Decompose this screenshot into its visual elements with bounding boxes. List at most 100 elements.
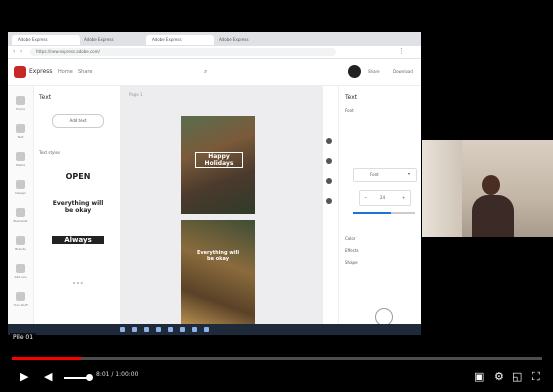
text-style-sample[interactable]: ... — [52, 276, 104, 287]
taskbar-icon[interactable] — [204, 327, 209, 332]
design-icon[interactable] — [16, 180, 25, 189]
settings-icon[interactable]: ⚙ — [494, 370, 504, 384]
player-controls: ▶ ◀ 8:01 / 1:00:00 ▣ ⚙ ◱ ⛶ — [0, 364, 553, 392]
font-dropdown[interactable]: Font ▾ — [353, 168, 417, 182]
font-name: Font — [370, 172, 379, 177]
your-stuff-icon[interactable] — [16, 292, 25, 301]
taskbar-icon[interactable] — [120, 327, 125, 332]
text-style-sample[interactable]: Always — [52, 236, 104, 244]
font-size-value: 24 — [380, 195, 386, 200]
presenter-body — [472, 195, 514, 237]
rail-label: Design — [15, 191, 26, 195]
left-rail: Home Text Media Design Elements Brands A… — [8, 86, 34, 335]
minus-icon[interactable]: − — [364, 195, 367, 200]
property-row[interactable]: Color — [345, 236, 355, 241]
screen-recording: Adobe Express Adobe Express Adobe Expres… — [8, 32, 421, 335]
rail-label: Home — [16, 107, 25, 111]
opacity-slider[interactable] — [353, 212, 415, 214]
design-page-1[interactable]: Happy Holidays — [181, 116, 255, 214]
chevron-down-icon: ▾ — [408, 171, 411, 176]
tool-icon[interactable] — [326, 178, 332, 184]
property-row[interactable]: Effects — [345, 248, 359, 253]
volume-slider[interactable] — [64, 377, 88, 379]
progress-bar[interactable] — [12, 357, 542, 360]
progress-fill — [12, 357, 81, 360]
volume-icon[interactable]: ◀ — [44, 370, 52, 384]
tab-label: Adobe Express — [84, 37, 114, 42]
design-canvas[interactable]: Page 1 Happy Holidays Everything will be… — [121, 86, 332, 335]
tab-label: Adobe Express — [152, 37, 182, 42]
taskbar-icon[interactable] — [144, 327, 149, 332]
text-style-sample[interactable]: OPEN — [52, 172, 104, 181]
menu-share[interactable]: Share — [78, 69, 92, 75]
url-field[interactable]: https://new.express.adobe.com/ — [30, 48, 336, 56]
back-icon[interactable]: ‹ — [13, 48, 15, 55]
design-page-2[interactable]: Everything will be okay — [181, 220, 255, 330]
browser-tab-strip: Adobe Express Adobe Express Adobe Expres… — [8, 32, 421, 46]
tool-icon[interactable] — [326, 138, 332, 144]
browser-tab[interactable]: Adobe Express — [78, 35, 146, 45]
tab-label: Adobe Express — [18, 37, 48, 42]
font-size-stepper[interactable]: − 24 + — [359, 190, 411, 206]
page-label: Page 1 — [129, 92, 143, 97]
app-name: Express — [29, 68, 53, 75]
tool-icon[interactable] — [326, 198, 332, 204]
slider-fill — [353, 212, 392, 214]
fullscreen-icon[interactable]: ⛶ — [532, 370, 540, 384]
design-title[interactable]: Everything will be okay — [195, 250, 241, 262]
panel-title: Text — [39, 94, 52, 101]
text-panel: Text Add text Text styles OPEN Everythin… — [34, 86, 121, 335]
canvas-toolbar — [325, 136, 335, 226]
home-icon[interactable] — [16, 96, 25, 105]
video-player[interactable]: Adobe Express Adobe Express Adobe Expres… — [0, 0, 553, 392]
adobe-logo-icon[interactable] — [14, 66, 26, 78]
taskbar-icon[interactable] — [156, 327, 161, 332]
elements-icon[interactable] — [16, 208, 25, 217]
play-icon[interactable]: ▶ — [20, 370, 28, 384]
webcam-feed — [422, 140, 553, 237]
properties-panel: Text Font Font ▾ − 24 + Color Effects Sh… — [338, 86, 421, 335]
text-icon[interactable] — [16, 124, 25, 133]
volume-knob[interactable] — [86, 374, 93, 381]
rail-label: Your stuff — [13, 303, 28, 307]
background-shelf — [422, 140, 462, 237]
browser-tab[interactable]: Adobe Express — [146, 35, 214, 45]
plus-icon[interactable]: + — [402, 195, 405, 200]
share-button[interactable]: Share — [368, 69, 380, 74]
miniplayer-icon[interactable]: ◱ — [512, 370, 522, 384]
forward-icon[interactable]: › — [20, 48, 22, 55]
tool-icon[interactable] — [326, 158, 332, 164]
zoom-icon[interactable]: ⌕ — [204, 68, 207, 76]
avatar[interactable] — [348, 65, 361, 78]
taskbar-icon[interactable] — [132, 327, 137, 332]
menu-icon[interactable]: ⋮ — [398, 47, 405, 55]
media-icon[interactable] — [16, 152, 25, 161]
tab-label: Adobe Express — [219, 37, 249, 42]
rail-label: Add-ons — [14, 275, 27, 279]
property-row[interactable]: Shape — [345, 260, 358, 265]
taskbar-icon[interactable] — [168, 327, 173, 332]
subtitles-icon[interactable]: ▣ — [474, 370, 484, 384]
properties-subtitle: Font — [345, 108, 354, 113]
design-title[interactable]: Happy Holidays — [195, 152, 243, 168]
panel-section-label: Text styles — [39, 150, 61, 155]
caption-text: Pile 01 — [10, 333, 37, 342]
browser-tab[interactable]: Adobe Express — [12, 35, 80, 45]
taskbar-icon[interactable] — [180, 327, 185, 332]
properties-title: Text — [345, 94, 358, 101]
text-style-sample[interactable]: Everything will be okay — [52, 200, 104, 214]
rail-label: Brands — [15, 247, 26, 251]
timecode: 8:01 / 1:00:00 — [96, 371, 139, 378]
download-button[interactable]: Download — [393, 69, 413, 74]
rail-label: Elements — [13, 219, 28, 223]
app-header: Express Home Share ⌕ Share Download — [8, 59, 421, 86]
rail-label: Media — [15, 163, 25, 167]
presenter-head — [482, 175, 500, 195]
addons-icon[interactable] — [16, 264, 25, 273]
menu-home[interactable]: Home — [58, 69, 73, 75]
brands-icon[interactable] — [16, 236, 25, 245]
taskbar-icon[interactable] — [192, 327, 197, 332]
os-taskbar — [8, 324, 421, 335]
browser-tab[interactable]: Adobe Express — [213, 35, 281, 45]
add-text-button[interactable]: Add text — [52, 114, 104, 128]
